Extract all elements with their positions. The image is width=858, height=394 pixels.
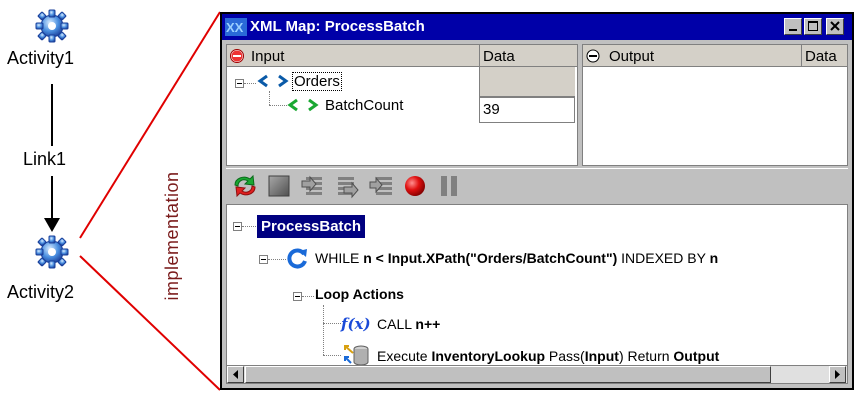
breakpoint-icon[interactable] [402, 173, 428, 199]
execute-keyword: Execute [377, 348, 432, 364]
zoom-line-bottom [79, 255, 221, 391]
return-argument: Output [673, 348, 720, 364]
link1-arrowhead [44, 218, 60, 232]
link1-label: Link1 [23, 149, 67, 169]
function-icon: f(x) [341, 315, 371, 333]
code-tree-pane: ProcessBatch WHILE n < Input.XPath("Orde… [226, 204, 848, 384]
zoom-line-top [79, 11, 221, 239]
execute-target: InventoryLookup [431, 348, 546, 364]
input-data-column-header[interactable]: Data [483, 48, 515, 65]
loop-actions-expand-toggle[interactable] [293, 292, 302, 301]
call-keyword: CALL [377, 316, 416, 332]
scroll-right-button[interactable] [829, 366, 846, 383]
orders-data-cell [479, 67, 575, 97]
output-data-column-header[interactable]: Data [805, 48, 837, 65]
step-over-icon[interactable] [334, 173, 360, 199]
orders-expand-toggle[interactable] [235, 79, 244, 88]
minimize-icon [789, 29, 797, 31]
stop-icon[interactable] [266, 173, 292, 199]
input-pane-header: Input Data [227, 45, 577, 67]
implementation-label: implementation [162, 171, 182, 301]
activity1-label: Activity1 [7, 48, 75, 68]
xml-map-icon: XX [225, 18, 247, 36]
scroll-left-button[interactable] [227, 366, 244, 383]
call-expression: n++ [415, 316, 441, 332]
arrow-left-icon [233, 370, 238, 379]
while-statement[interactable]: WHILE n < Input.XPath("Orders/BatchCount… [315, 250, 718, 266]
collapse-input-icon[interactable] [230, 49, 244, 63]
collapse-output-icon[interactable] [586, 49, 600, 63]
window-titlebar[interactable]: XX XML Map: ProcessBatch [222, 14, 852, 40]
pass-argument: Input [584, 348, 619, 364]
processbatch-node[interactable]: ProcessBatch [257, 215, 366, 238]
pause-icon[interactable] [436, 173, 462, 199]
call-statement[interactable]: CALL n++ [377, 316, 440, 332]
activity2-gear-icon[interactable] [34, 234, 70, 270]
output-pane: Output Data [582, 44, 848, 166]
close-button[interactable] [826, 18, 844, 35]
activity2-label: Activity2 [7, 282, 75, 302]
arrow-right-icon [835, 370, 840, 379]
batchcount-element-icon [287, 98, 319, 112]
orders-element-icon [257, 74, 289, 88]
window-title: XML Map: ProcessBatch [250, 18, 425, 35]
step-out-icon[interactable] [368, 173, 394, 199]
step-into-icon[interactable] [300, 173, 326, 199]
input-pane: Input Data Orders BatchCount 39 [226, 44, 578, 166]
loop-actions-node[interactable]: Loop Actions [315, 286, 404, 302]
orders-node-label[interactable]: Orders [292, 72, 342, 91]
run-icon[interactable] [232, 173, 258, 199]
debug-toolbar [226, 168, 848, 204]
indexed-by-keyword: INDEXED BY [617, 250, 710, 266]
pass-keyword: Pass( [545, 348, 585, 364]
execute-database-icon [344, 345, 369, 366]
while-keyword: WHILE [315, 250, 364, 266]
maximize-button[interactable] [804, 18, 822, 35]
while-condition: n < Input.XPath("Orders/BatchCount") [363, 250, 618, 266]
horizontal-scrollbar[interactable] [227, 365, 847, 383]
activity1-gear-icon[interactable] [34, 8, 70, 44]
loop-icon [287, 248, 307, 269]
output-column-header[interactable]: Output [609, 48, 654, 65]
maximize-icon [808, 21, 818, 31]
svg-text:XX: XX [226, 20, 244, 35]
batchcount-data-cell[interactable]: 39 [479, 97, 575, 123]
scrollbar-thumb[interactable] [245, 366, 771, 383]
xml-map-window: XX XML Map: ProcessBatch Input Data Orde… [220, 12, 854, 390]
execute-statement[interactable]: Execute InventoryLookup Pass(Input) Retu… [377, 348, 719, 364]
minimize-button[interactable] [784, 18, 802, 35]
while-expand-toggle[interactable] [259, 255, 268, 264]
batchcount-node-label[interactable]: BatchCount [325, 97, 403, 114]
return-keyword: ) Return [618, 348, 674, 364]
input-column-header[interactable]: Input [251, 48, 284, 65]
batchcount-data-value: 39 [483, 101, 500, 118]
output-pane-header: Output Data [583, 45, 847, 67]
processbatch-expand-toggle[interactable] [233, 222, 242, 231]
close-icon [830, 21, 840, 31]
while-index-var: n [709, 250, 719, 266]
